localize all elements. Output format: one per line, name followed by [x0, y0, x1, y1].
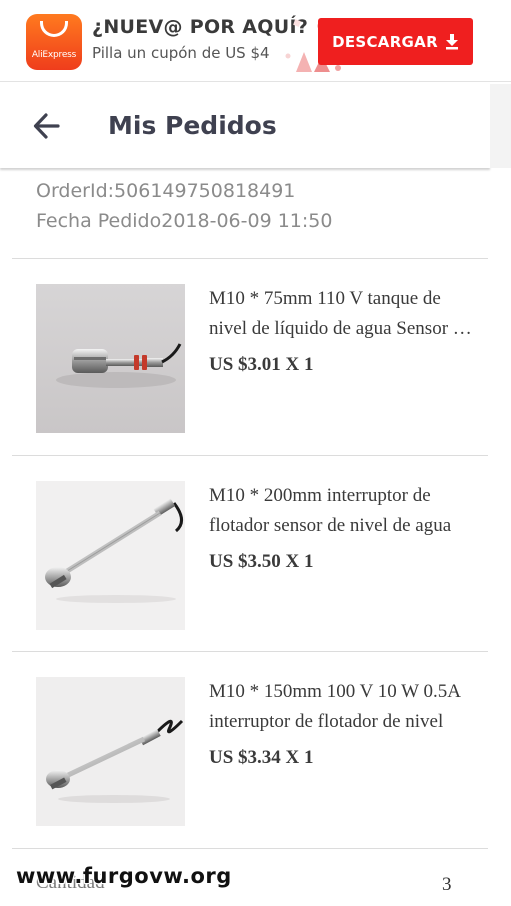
scrollbar-track[interactable] [490, 84, 511, 168]
download-button-label: DESCARGAR [332, 32, 438, 51]
aliexpress-logo-icon: AliExpress [26, 14, 82, 70]
logo-text: AliExpress [31, 50, 77, 60]
quantity-value: 3 [442, 874, 452, 895]
download-app-button[interactable]: DESCARGAR [318, 18, 473, 65]
product-name: M10 * 75mm 110 V tanque de nivel de líqu… [209, 288, 471, 339]
page-header: Mis Pedidos [0, 84, 490, 168]
order-item[interactable]: M10 * 75mm 110 V tanque de nivel de líqu… [0, 258, 511, 454]
download-arrow-icon [445, 33, 458, 49]
product-name: M10 * 200mm interruptor de flotador sens… [209, 485, 452, 536]
order-id: OrderId:506149750818491 [36, 180, 296, 202]
product-price: US $3.34 X 1 [209, 747, 314, 768]
order-item[interactable]: M10 * 150mm 100 V 10 W 0.5A interruptor … [0, 651, 511, 847]
product-price: US $3.01 X 1 [209, 354, 314, 375]
product-price: US $3.50 X 1 [209, 551, 314, 572]
product-name: M10 * 150mm 100 V 10 W 0.5A interruptor … [209, 681, 460, 732]
product-image [36, 481, 185, 630]
shopping-bag-icon [40, 21, 68, 37]
arrow-left-icon[interactable] [32, 112, 62, 140]
product-image [36, 677, 185, 826]
app-promo-banner[interactable]: AliExpress ¿NUEV@ POR AQUÍ? Pilla un cup… [0, 0, 511, 82]
product-image [36, 284, 185, 433]
promo-subtitle: Pilla un cupón de US $4 [92, 44, 270, 62]
order-date: Fecha Pedido2018-06-09 11:50 [36, 210, 333, 232]
watermark-text: www.furgovw.org [16, 864, 232, 888]
page-title: Mis Pedidos [108, 111, 277, 140]
order-item[interactable]: M10 * 200mm interruptor de flotador sens… [0, 455, 511, 651]
divider [12, 848, 488, 849]
